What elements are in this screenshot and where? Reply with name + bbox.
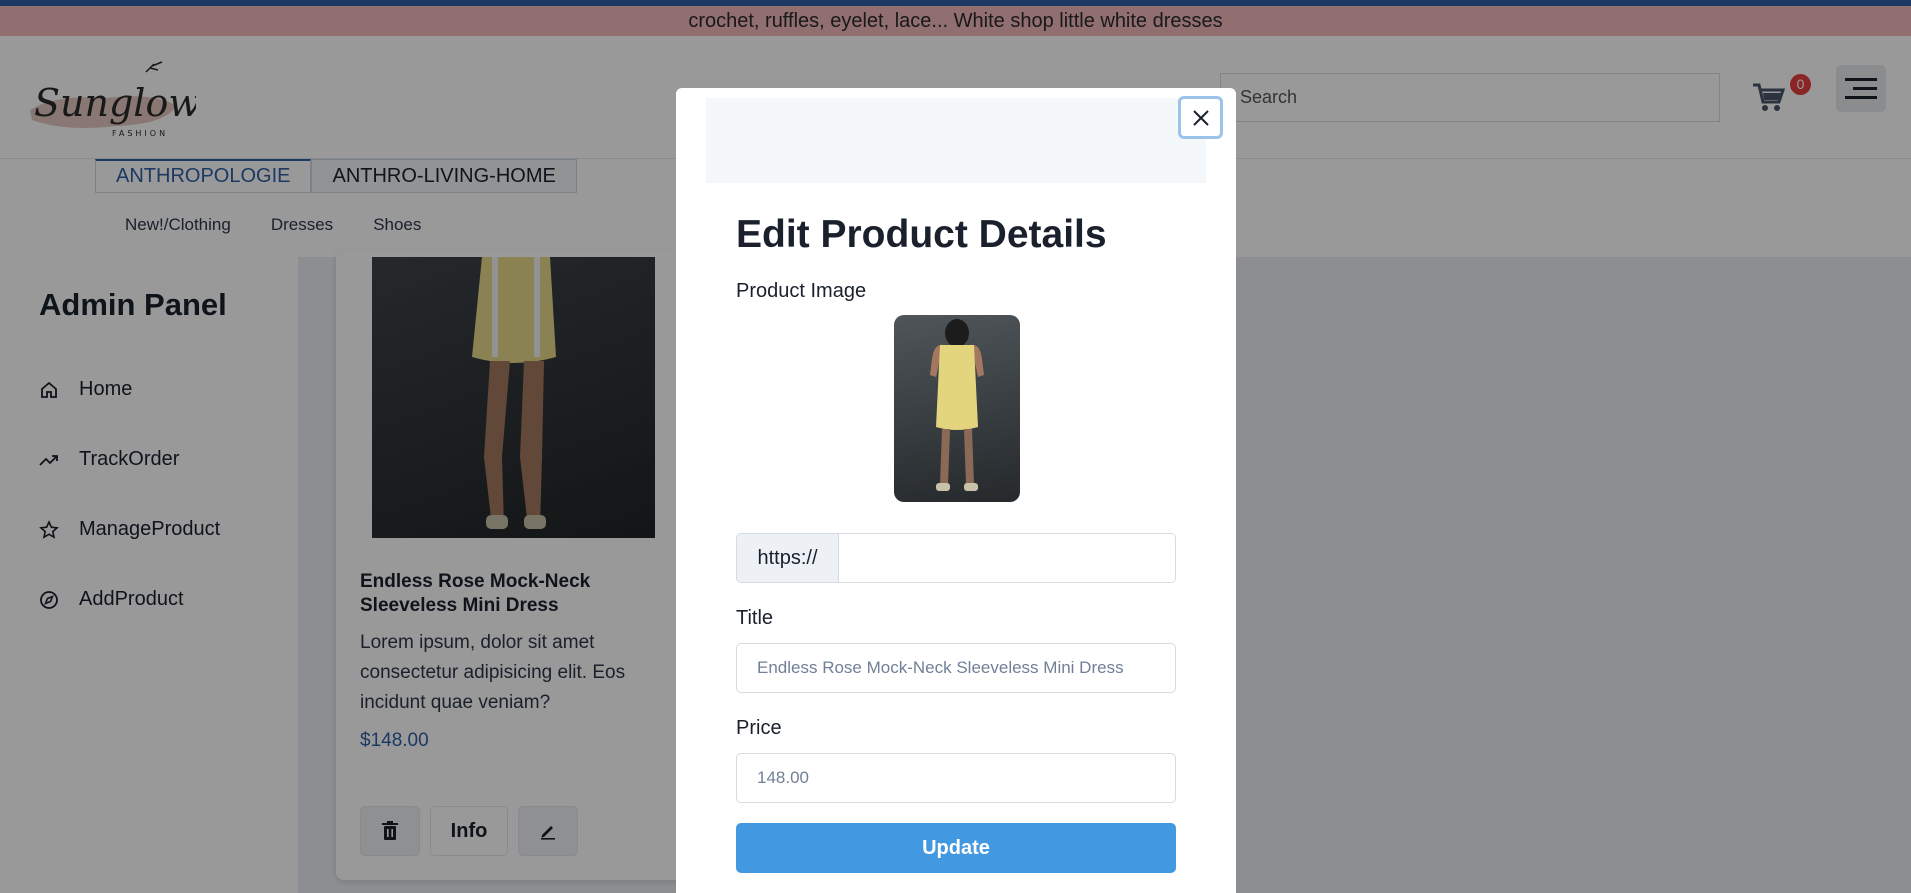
product-image-preview [894, 315, 1020, 502]
modal-title: Edit Product Details [736, 213, 1107, 256]
dress-preview-photo [930, 319, 984, 491]
image-url-input[interactable] [839, 534, 1175, 582]
edit-product-modal: Edit Product Details Product Image https… [676, 88, 1236, 893]
price-label: Price [736, 717, 782, 739]
url-prefix-addon: https:// [737, 534, 839, 582]
price-input[interactable] [736, 753, 1176, 803]
product-image-label: Product Image [736, 280, 867, 302]
image-url-group: https:// [736, 533, 1176, 583]
title-label: Title [736, 607, 774, 629]
update-button[interactable]: Update [736, 823, 1176, 873]
close-button[interactable] [1178, 96, 1223, 139]
modal-header-band [706, 98, 1206, 183]
close-icon [1192, 109, 1209, 126]
title-input[interactable] [736, 643, 1176, 693]
